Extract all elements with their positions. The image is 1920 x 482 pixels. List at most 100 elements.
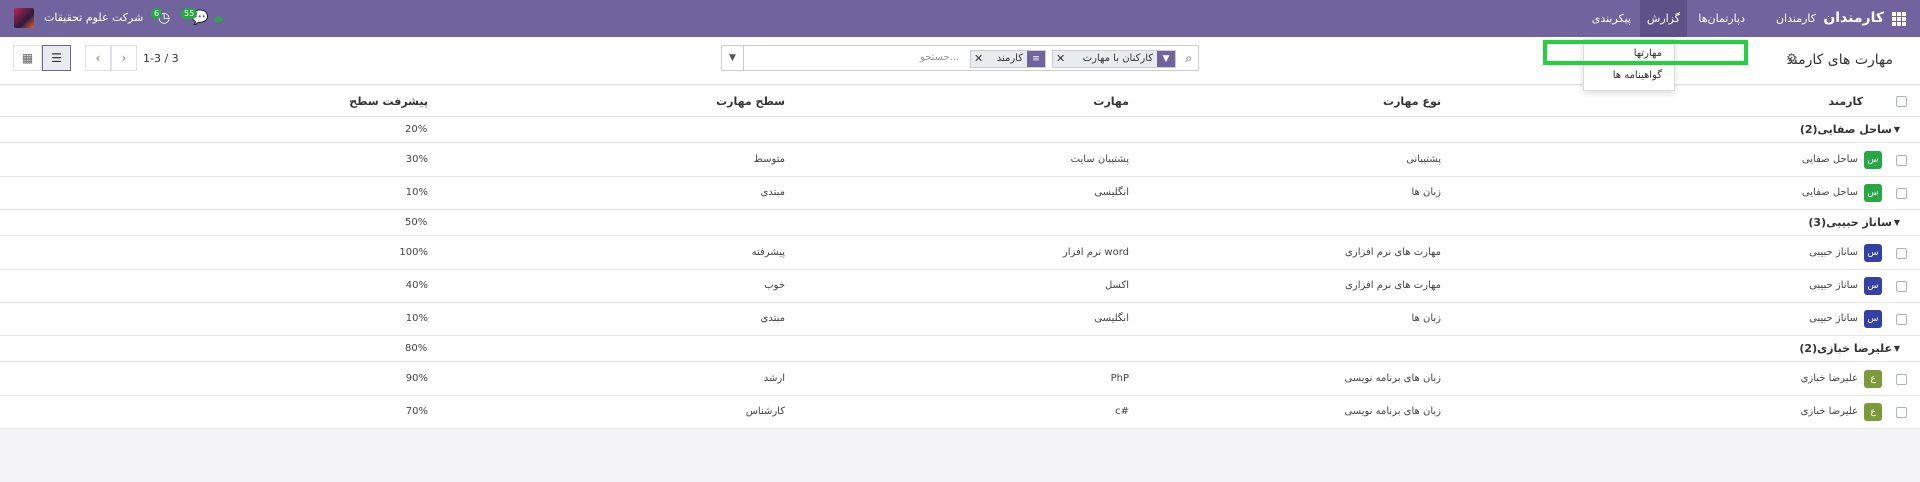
row-checkbox[interactable] bbox=[1896, 374, 1907, 385]
search-bar[interactable]: ⌕ ▼ کارکنان با مهارت ✕ ≡ کارمند ✕ جستجو.… bbox=[743, 45, 1199, 71]
menu-departments[interactable]: دپارتمان‌ها bbox=[1691, 0, 1752, 37]
group-title: علیرضا خبازی(2) bbox=[1799, 342, 1892, 355]
employee-name[interactable]: ساناز حبیبی bbox=[1809, 313, 1858, 324]
level-progress-cell: 100% bbox=[399, 247, 428, 258]
group-row[interactable]: ▼ ساناز حبیبی(3) 50% bbox=[0, 210, 1920, 236]
table-row[interactable]: ع علیرضا خبازی زبان های برنامه نویسی c# کارش… bbox=[0, 396, 1920, 429]
level-progress-cell: 10% bbox=[405, 313, 428, 324]
skill-cell: پشتیبان سایت bbox=[1070, 154, 1129, 165]
highlight-box bbox=[1543, 40, 1748, 65]
groupby-facet[interactable]: ≡ کارمند ✕ bbox=[970, 50, 1046, 68]
group-progress: 20% bbox=[405, 124, 428, 135]
employee-name[interactable]: ساحل صفایی bbox=[1802, 154, 1858, 165]
skill-type-cell: مهارت های نرم افزاری bbox=[1345, 247, 1441, 258]
table-row[interactable]: س ساحل صفایی پشتیبانی پشتیبان سایت متوسط 30% bbox=[0, 144, 1920, 177]
list-view: کارمند نوع مهارت مهارت سطح مهارت پیشرفت … bbox=[0, 86, 1920, 429]
avatar: ع bbox=[1864, 370, 1882, 388]
skill-type-cell: زبان ها bbox=[1411, 313, 1441, 324]
skill-type-cell: زبان های برنامه نویسی bbox=[1344, 406, 1441, 417]
column-level-progress[interactable]: پیشرفت سطح bbox=[349, 95, 428, 108]
column-skill[interactable]: مهارت bbox=[1093, 95, 1129, 108]
column-employee[interactable]: کارمند bbox=[1828, 95, 1863, 108]
employee-name[interactable]: ساحل صفایی bbox=[1802, 187, 1858, 198]
skill-level-cell: متوسط bbox=[753, 154, 785, 165]
skill-level-cell: ارشد bbox=[763, 373, 785, 384]
skill-cell: c# bbox=[1115, 406, 1129, 417]
table-row[interactable]: س ساناز حبیبی زبان ها انگلیسی مبتدی 10% bbox=[0, 303, 1920, 336]
skill-level-cell: مبتدی bbox=[760, 313, 785, 324]
filter-facet-label: کارکنان با مهارت bbox=[1082, 53, 1153, 64]
page-title: مهارت های کارمند bbox=[1786, 52, 1893, 68]
row-checkbox[interactable] bbox=[1896, 281, 1907, 292]
group-row[interactable]: ▼ ساحل صفایی(2) 20% bbox=[0, 117, 1920, 143]
row-checkbox[interactable] bbox=[1896, 155, 1907, 166]
group-by-icon: ≡ bbox=[1027, 51, 1045, 67]
skill-level-cell: خوب bbox=[764, 280, 785, 291]
menu-employees[interactable]: کارمندان bbox=[1769, 0, 1823, 37]
messages-count-badge: 55 bbox=[181, 8, 198, 19]
pager-value[interactable]: 1-3 / 3 bbox=[143, 52, 179, 65]
skill-cell: انگلیسی bbox=[1094, 313, 1129, 324]
top-navbar: کارمندان کارمندان دپارتمان‌ها گزارش پیکر… bbox=[0, 0, 1920, 37]
apps-grid-icon[interactable] bbox=[1892, 12, 1906, 26]
company-avatar[interactable] bbox=[14, 8, 34, 28]
group-title: ساناز حبیبی(3) bbox=[1808, 216, 1892, 229]
filter-facet[interactable]: ▼ کارکنان با مهارت ✕ bbox=[1052, 50, 1176, 68]
close-icon[interactable]: ✕ bbox=[1056, 51, 1065, 67]
skill-type-cell: مهارت های نرم افزاری bbox=[1345, 280, 1441, 291]
employee-name[interactable]: علیرضا خبازی bbox=[1801, 373, 1858, 384]
company-switcher[interactable]: شرکت علوم تحقیقات bbox=[44, 11, 143, 24]
menu-reporting[interactable]: گزارش bbox=[1639, 0, 1687, 37]
filter-icon: ▼ bbox=[1157, 51, 1175, 67]
gear-icon[interactable]: ⚙ bbox=[1786, 51, 1797, 65]
employee-name[interactable]: ساناز حبیبی bbox=[1809, 280, 1858, 291]
search-options-toggle[interactable]: ▼ bbox=[721, 45, 743, 71]
employee-name[interactable]: ساناز حبیبی bbox=[1809, 247, 1858, 258]
skill-type-cell: پشتیبانی bbox=[1406, 154, 1441, 165]
group-title: ساحل صفایی(2) bbox=[1799, 123, 1892, 136]
skill-level-cell: کارشناس bbox=[745, 406, 785, 417]
level-progress-cell: 70% bbox=[405, 406, 428, 417]
pager-previous-button[interactable]: ‹ bbox=[85, 45, 111, 71]
skill-cell: انگلیسی bbox=[1094, 187, 1129, 198]
table-row[interactable]: س ساناز حبیبی مهارت های نرم افزاری نرم افزا… bbox=[0, 237, 1920, 270]
dropdown-item-certifications[interactable]: گواهینامه ها bbox=[1613, 70, 1662, 81]
skill-cell: اکسل bbox=[1104, 280, 1129, 291]
column-skill-type[interactable]: نوع مهارت bbox=[1383, 95, 1441, 108]
pager-next-button[interactable]: › bbox=[111, 45, 137, 71]
skill-type-cell: زبان های برنامه نویسی bbox=[1344, 373, 1441, 384]
list-view-button[interactable]: ☰ bbox=[42, 45, 71, 71]
skill-type-cell: زبان ها bbox=[1411, 187, 1441, 198]
avatar: س bbox=[1864, 310, 1882, 328]
caret-down-icon[interactable]: ▼ bbox=[1894, 344, 1900, 353]
skill-cell: نرم افزار word bbox=[1062, 247, 1129, 258]
search-input[interactable]: جستجو... bbox=[920, 52, 959, 63]
table-row[interactable]: س ساحل صفایی زبان ها انگلیسی مبتدی 10% bbox=[0, 177, 1920, 210]
avatar: س bbox=[1864, 244, 1882, 262]
table-row[interactable]: ع علیرضا خبازی زبان های برنامه نویسی PhP ارش… bbox=[0, 363, 1920, 396]
menu-configuration[interactable]: پیکربندی bbox=[1585, 0, 1638, 37]
avatar: ع bbox=[1864, 403, 1882, 421]
employee-name[interactable]: علیرضا خبازی bbox=[1801, 406, 1858, 417]
row-checkbox[interactable] bbox=[1896, 188, 1907, 199]
level-progress-cell: 30% bbox=[405, 154, 428, 165]
row-checkbox[interactable] bbox=[1896, 248, 1907, 259]
row-checkbox[interactable] bbox=[1896, 407, 1907, 418]
caret-down-icon[interactable]: ▼ bbox=[1894, 218, 1900, 227]
app-brand[interactable]: کارمندان bbox=[1823, 10, 1884, 26]
caret-down-icon[interactable]: ▼ bbox=[1894, 125, 1900, 134]
pivot-view-button[interactable]: ▦ bbox=[13, 45, 42, 71]
column-skill-level[interactable]: سطح مهارت bbox=[716, 95, 785, 108]
skill-level-cell: مبتدی bbox=[760, 187, 785, 198]
groupby-facet-label: کارمند bbox=[996, 53, 1023, 64]
row-checkbox[interactable] bbox=[1896, 314, 1907, 325]
avatar: س bbox=[1864, 277, 1882, 295]
search-icon[interactable]: ⌕ bbox=[1185, 51, 1192, 66]
select-all-checkbox[interactable] bbox=[1896, 96, 1907, 107]
table-row[interactable]: س ساناز حبیبی مهارت های نرم افزاری اکسل خوب 4… bbox=[0, 270, 1920, 303]
close-icon[interactable]: ✕ bbox=[974, 51, 983, 67]
skill-cell: PhP bbox=[1110, 373, 1129, 384]
group-progress: 50% bbox=[405, 217, 428, 228]
group-row[interactable]: ▼ علیرضا خبازی(2) 80% bbox=[0, 336, 1920, 362]
skill-level-cell: پیشرفته bbox=[751, 247, 785, 258]
